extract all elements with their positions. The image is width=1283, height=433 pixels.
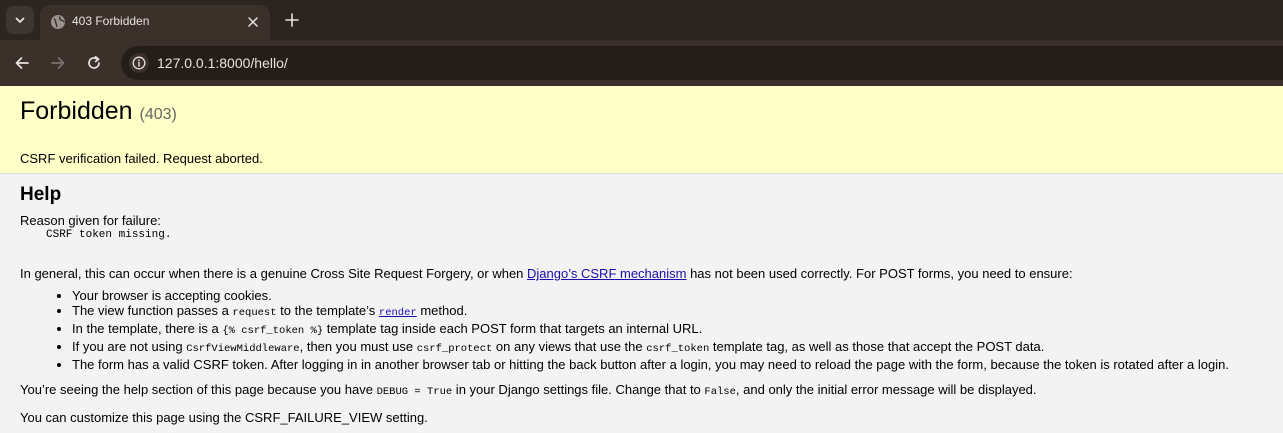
info-icon	[132, 56, 146, 70]
reason-code: CSRF token missing.	[46, 229, 172, 241]
debug-paragraph: You’re seeing the help section of this p…	[20, 382, 1263, 400]
code-render: render	[378, 307, 417, 319]
code-csrf-token: csrf_token	[646, 343, 710, 355]
forward-button[interactable]	[47, 52, 69, 74]
error-code: (403)	[139, 106, 177, 123]
list-item-text: template tag inside each POST form that …	[323, 321, 703, 336]
new-tab-button[interactable]	[282, 10, 302, 30]
render-link[interactable]: render	[378, 303, 417, 319]
browser-toolbar: 127.0.0.1:8000/hello/	[0, 40, 1283, 86]
list-item-text: on any views that use the	[492, 339, 647, 354]
list-item-text: Your browser is accepting cookies.	[72, 288, 272, 303]
help-section: Help Reason given for failure: CSRF toke…	[0, 174, 1283, 425]
site-info-button[interactable]	[129, 53, 149, 73]
code-request: request	[232, 307, 277, 319]
general-text: In general, this can occur when there is…	[20, 266, 528, 281]
general-text-end: has not been used correctly. For POST fo…	[686, 266, 1073, 281]
reason-label: Reason given for failure:	[20, 213, 161, 228]
arrow-right-icon	[51, 57, 65, 69]
list-item: The form has a valid CSRF token. After l…	[72, 357, 1263, 372]
globe-icon	[51, 15, 65, 29]
list-item-text: The view function passes a	[72, 303, 233, 318]
help-heading: Help	[20, 184, 62, 205]
error-summary: Forbidden (403) CSRF verification failed…	[0, 86, 1283, 174]
address-bar[interactable]: 127.0.0.1:8000/hello/	[121, 46, 1283, 80]
list-item: In the template, there is a {% csrf_toke…	[72, 321, 1263, 339]
tab-strip: 403 Forbidden	[0, 0, 1283, 40]
arrow-left-icon	[15, 57, 29, 69]
url-text[interactable]: 127.0.0.1:8000/hello/	[157, 55, 288, 71]
debug-text: You’re seeing the help section of this p…	[20, 382, 377, 397]
code-csrf-protect: csrf_protect	[416, 343, 493, 355]
code-debug-true: DEBUG = True	[376, 386, 453, 398]
list-item-text: In the template, there is a	[72, 321, 223, 336]
list-item-text: If you are not using	[72, 339, 187, 354]
error-heading: Forbidden (403)	[20, 96, 1263, 130]
chevron-down-icon	[15, 17, 25, 23]
tab-active[interactable]: 403 Forbidden	[40, 5, 270, 40]
list-item: If you are not using CsrfViewMiddleware,…	[72, 339, 1263, 357]
tab-title: 403 Forbidden	[72, 14, 150, 28]
csrf-docs-link[interactable]: Django’s CSRF mechanism	[527, 266, 686, 281]
close-icon	[248, 17, 258, 27]
tab-close-button[interactable]	[244, 13, 262, 31]
back-button[interactable]	[11, 52, 33, 74]
general-paragraph: In general, this can occur when there is…	[20, 266, 1263, 281]
debug-text: in your Django settings file. Change tha…	[452, 382, 705, 397]
tab-search-button[interactable]	[6, 6, 34, 34]
plus-icon	[285, 13, 299, 27]
list-item: The view function passes a request to th…	[72, 303, 1263, 321]
customize-paragraph: You can customize this page using the CS…	[20, 410, 428, 425]
code-middleware: CsrfViewMiddleware	[186, 343, 300, 355]
error-message: CSRF verification failed. Request aborte…	[20, 151, 263, 166]
code-false: False	[704, 386, 736, 398]
list-item-text: method.	[416, 303, 468, 318]
requirements-list: Your browser is accepting cookies. The v…	[20, 288, 1263, 372]
list-item-text: template tag, as well as those that acce…	[709, 339, 1045, 354]
list-item: Your browser is accepting cookies.	[72, 288, 1263, 303]
list-item-text: The form has a valid CSRF token. After l…	[72, 357, 1229, 372]
code-csrf-token-tag: {% csrf_token %}	[222, 325, 324, 337]
reload-icon	[88, 55, 100, 69]
page-content: Forbidden (403) CSRF verification failed…	[0, 86, 1283, 433]
error-title: Forbidden	[20, 97, 133, 125]
list-item-text: , then you must use	[299, 339, 417, 354]
debug-text: , and only the initial error message wil…	[735, 382, 1037, 397]
reload-button[interactable]	[83, 52, 105, 74]
list-item-text: to the template’s	[276, 303, 379, 318]
